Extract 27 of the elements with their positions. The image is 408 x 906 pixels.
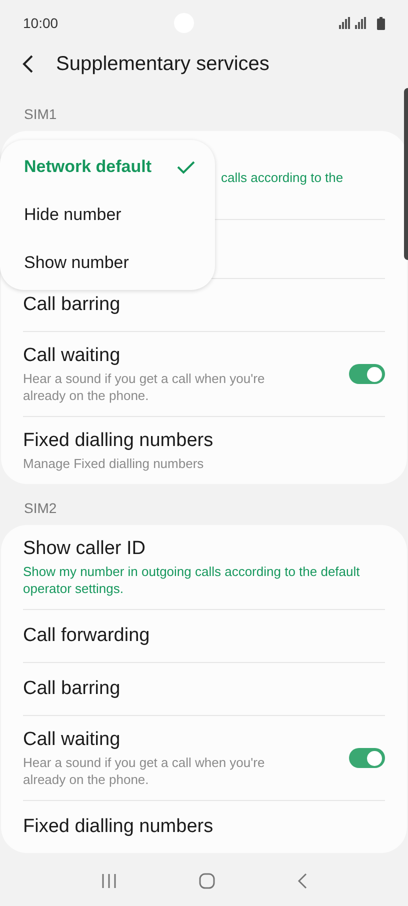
home-icon[interactable] <box>199 873 215 889</box>
setting-title[interactable]: Call waiting <box>23 344 293 368</box>
section-label: SIM2 <box>23 499 58 518</box>
setting-title[interactable]: Call forwarding <box>23 624 385 648</box>
setting-description: Manage Fixed dialling numbers <box>23 455 205 472</box>
status-time: 10:00 <box>23 14 58 32</box>
check-icon <box>177 160 195 174</box>
setting-title[interactable]: Call barring <box>23 677 385 701</box>
setting-title[interactable]: Call barring <box>23 293 385 317</box>
setting-title[interactable]: Fixed dialling numbers <box>23 815 385 839</box>
setting-description: Show my number in outgoing calls according to the default operator settings. <box>23 563 361 597</box>
setting-title[interactable]: Call waiting <box>23 728 293 752</box>
setting-description: calls according to the <box>221 169 344 186</box>
section-label: SIM1 <box>23 105 58 124</box>
setting-description: Hear a sound if you get a call when you're already on the phone. <box>23 754 266 788</box>
page-title: Supplementary services <box>56 52 270 77</box>
menu-option[interactable]: Hide number <box>0 191 215 239</box>
battery-icon <box>377 16 385 30</box>
setting-title[interactable]: Show caller ID <box>23 537 385 561</box>
toggle-switch[interactable] <box>349 748 385 768</box>
recent-apps-icon[interactable] <box>101 874 117 888</box>
setting-title[interactable]: Fixed dialling numbers <box>23 429 385 453</box>
setting-description: Hear a sound if you get a call when you're already on the phone. <box>23 370 266 404</box>
menu-option[interactable]: Network default <box>0 143 215 191</box>
menu-option[interactable]: Show number <box>0 239 215 287</box>
back-icon[interactable] <box>297 873 307 889</box>
toggle-switch[interactable] <box>349 364 385 384</box>
